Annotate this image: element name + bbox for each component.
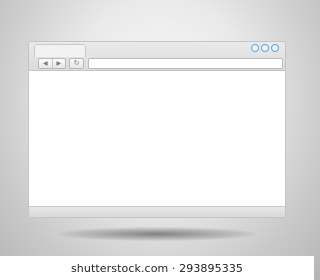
browser-window: ◀ ▶ ↻ bbox=[28, 41, 286, 218]
window-shadow bbox=[58, 227, 256, 241]
address-bar-input[interactable] bbox=[88, 58, 283, 69]
maximize-circle-icon[interactable] bbox=[261, 44, 269, 52]
minimize-circle-icon[interactable] bbox=[251, 44, 259, 52]
close-circle-icon[interactable] bbox=[271, 44, 279, 52]
nav-buttons: ◀ ▶ bbox=[38, 58, 66, 69]
footer-watermark: shutterstock.com · 293895335 bbox=[0, 256, 314, 280]
reload-icon[interactable]: ↻ bbox=[69, 58, 84, 69]
browser-tab[interactable] bbox=[34, 44, 86, 57]
forward-arrow-icon[interactable]: ▶ bbox=[51, 59, 66, 68]
toolbar: ◀ ▶ ↻ bbox=[29, 57, 285, 70]
window-controls bbox=[251, 44, 279, 52]
status-bar bbox=[29, 206, 285, 217]
page-content bbox=[29, 71, 285, 208]
back-arrow-icon[interactable]: ◀ bbox=[39, 59, 52, 68]
